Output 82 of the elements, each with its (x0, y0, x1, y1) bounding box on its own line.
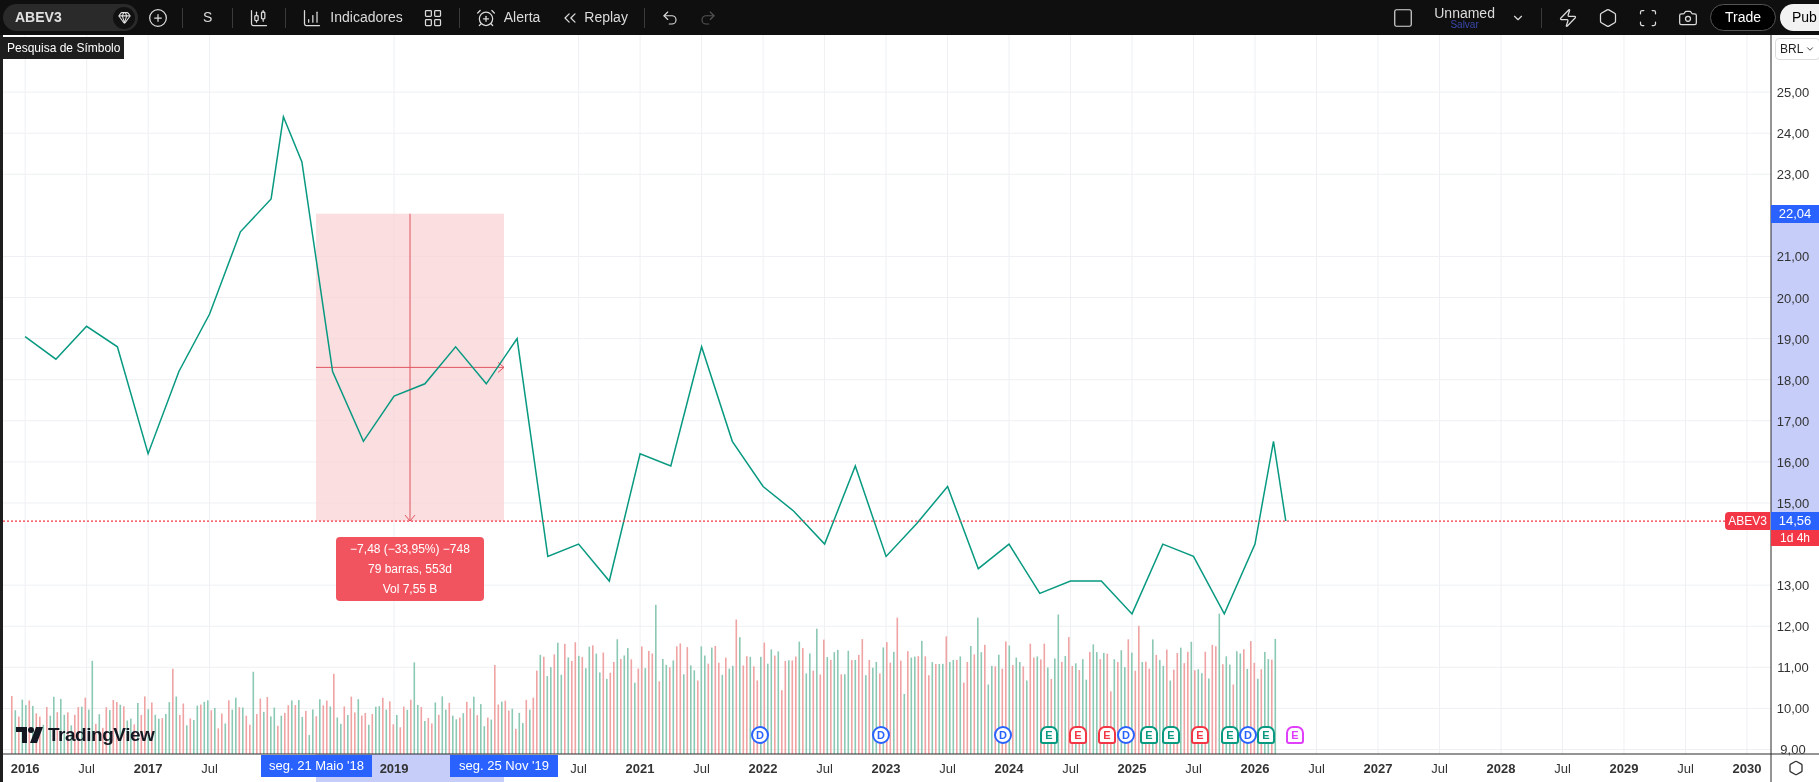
time-label: Jul (1554, 761, 1571, 776)
time-label: 2022 (748, 761, 778, 776)
save-link[interactable]: Salvar (1450, 19, 1479, 30)
time-label: Jul (1308, 761, 1325, 776)
time-label: 2025 (1117, 761, 1147, 776)
bar-countdown: 1d 4h (1771, 530, 1819, 547)
publish-button[interactable]: Pub (1780, 4, 1819, 31)
last-price-tag: 14,56 (1771, 512, 1819, 531)
price-label: 19,00 (1776, 331, 1810, 347)
time-label: 2026 (1240, 761, 1270, 776)
earnings-marker[interactable]: E (1257, 726, 1275, 744)
earnings-marker[interactable]: E (1098, 726, 1116, 744)
alert-button[interactable]: Alerta (467, 1, 549, 34)
time-label: Jul (1431, 761, 1448, 776)
earnings-marker[interactable]: E (1069, 726, 1087, 744)
measure-change: −7,48 (−33,95%) −748 (350, 541, 470, 558)
time-label: Jul (570, 761, 587, 776)
time-label: Jul (693, 761, 710, 776)
price-label: 23,00 (1776, 167, 1810, 183)
dividend-marker[interactable]: D (872, 726, 890, 744)
symbol-search[interactable]: ABEV3 (3, 4, 138, 31)
layout-name-button[interactable]: Unnamed Salvar (1434, 5, 1495, 30)
gem-icon (113, 6, 135, 29)
symbol-tooltip: Pesquisa de Símbolo (3, 37, 125, 59)
time-label: Jul (201, 761, 218, 776)
replay-button[interactable]: Replay (552, 1, 636, 34)
time-label: 2021 (625, 761, 655, 776)
price-label: 10,00 (1776, 701, 1810, 717)
time-label: Jul (78, 761, 95, 776)
time-label: Jul (1062, 761, 1079, 776)
time-label: 2029 (1609, 761, 1639, 776)
time-label: Jul (1677, 761, 1694, 776)
currency-button[interactable]: BRL (1775, 38, 1819, 60)
range-start-date: seg. 21 Maio '18 (261, 755, 372, 777)
earnings-marker[interactable]: E (1140, 726, 1158, 744)
measure-bars: 79 barras, 553d (367, 559, 453, 579)
price-label: 17,00 (1776, 413, 1810, 429)
dividend-marker[interactable]: D (1239, 726, 1257, 744)
price-label: 25,00 (1776, 85, 1810, 101)
logo-text: TradingView (48, 723, 155, 747)
earnings-marker[interactable]: E (1040, 726, 1058, 744)
plus-icon (148, 7, 168, 28)
time-label: 2024 (994, 761, 1024, 776)
price-label: 21,00 (1776, 249, 1810, 265)
time-label: 2023 (871, 761, 901, 776)
price-label: 24,00 (1776, 126, 1810, 142)
earnings-marker[interactable]: E (1162, 726, 1180, 744)
time-label: 2017 (133, 761, 163, 776)
dividend-marker[interactable]: D (1117, 726, 1135, 744)
dividend-marker[interactable]: D (994, 726, 1012, 744)
time-label: 2027 (1363, 761, 1393, 776)
range-top-price: 22,04 (1771, 204, 1819, 223)
time-label: 2028 (1486, 761, 1516, 776)
range-end-date: seg. 25 Nov '19 (450, 755, 558, 777)
layout-square-icon[interactable] (1392, 6, 1415, 29)
time-label: 2030 (1732, 761, 1762, 776)
time-label: Jul (816, 761, 833, 776)
price-label: 9,00 (1780, 742, 1806, 758)
earnings-marker[interactable]: E (1221, 726, 1239, 744)
price-label: 16,00 (1776, 454, 1810, 470)
price-label: 18,00 (1776, 372, 1810, 388)
time-label: 2019 (379, 761, 409, 776)
logo-icon (16, 727, 44, 744)
interval-button[interactable]: S (191, 1, 225, 34)
price-label: 20,00 (1776, 290, 1810, 306)
indicators-button[interactable]: Indicadores (294, 1, 411, 34)
earnings-marker[interactable]: E (1191, 726, 1209, 744)
trade-button[interactable]: Trade (1709, 4, 1776, 31)
chevron-icon (1805, 44, 1816, 54)
price-label: 15,00 (1776, 495, 1810, 511)
price-label: 13,00 (1776, 578, 1810, 594)
earnings-marker[interactable]: E (1286, 726, 1304, 744)
price-label: 12,00 (1776, 619, 1810, 635)
time-label: 2016 (10, 761, 40, 776)
price-label: 11,00 (1777, 660, 1809, 676)
measure-volume: Vol 7,55 B (382, 581, 438, 598)
symbol-price-tag: ABEV3 (1725, 512, 1770, 531)
alarm-clock-icon (475, 7, 496, 28)
bar-chart-icon (302, 7, 323, 28)
time-label: Jul (939, 761, 956, 776)
time-label: Jul (1185, 761, 1202, 776)
dividend-marker[interactable]: D (751, 726, 769, 744)
